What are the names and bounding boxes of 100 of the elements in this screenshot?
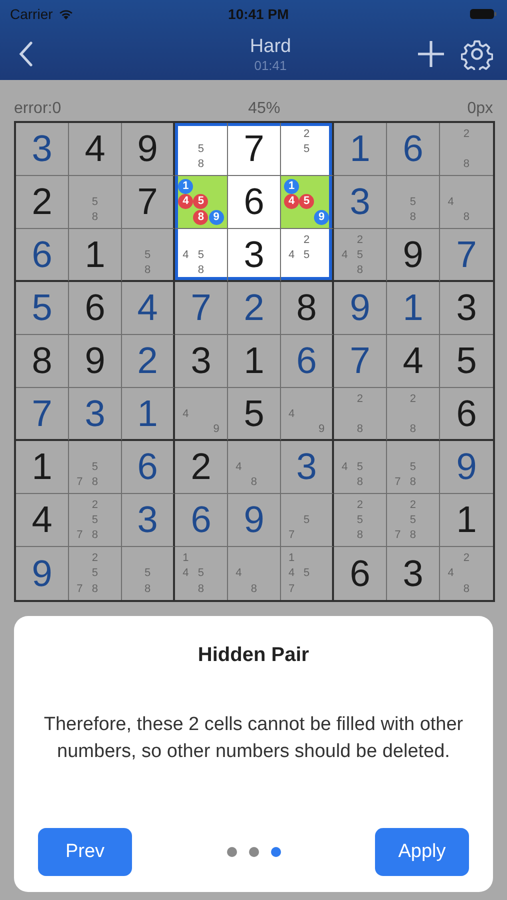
sudoku-cell[interactable]: 9 [69, 335, 122, 388]
sudoku-cell[interactable]: 1 [228, 335, 281, 388]
sudoku-cell[interactable]: 5 8 [175, 123, 228, 176]
page-dot[interactable] [248, 847, 258, 857]
sudoku-cell[interactable]: 9 [334, 282, 387, 335]
candidate-note: 5 [92, 460, 98, 473]
sudoku-cell[interactable]: 4 9 [175, 388, 228, 441]
sudoku-cell[interactable]: 9 [387, 229, 440, 282]
sudoku-cell[interactable]: 5 8 [387, 176, 440, 229]
cell-digit: 6 [137, 447, 158, 487]
sudoku-cell[interactable]: 1 [334, 123, 387, 176]
sudoku-cell[interactable]: 5 8 [69, 176, 122, 229]
sudoku-cell[interactable]: 2 [175, 441, 228, 494]
page-dot[interactable] [270, 847, 280, 857]
candidate-note: 2 [92, 552, 98, 564]
candidate-note: 7 [288, 583, 295, 596]
sudoku-cell[interactable]: 2 5 7 8 [69, 547, 122, 600]
candidate-note: 2 [410, 392, 416, 404]
sudoku-cell[interactable]: 2 4 5 8 [334, 229, 387, 282]
candidate-marker: 1 [284, 179, 299, 194]
sudoku-cell[interactable]: 5 [440, 335, 493, 388]
plus-icon[interactable] [417, 40, 445, 68]
sudoku-cell[interactable]: 3 [281, 441, 334, 494]
sudoku-cell[interactable]: 2 [228, 282, 281, 335]
cell-digit: 2 [244, 288, 264, 328]
sudoku-cell[interactable]: 1 4 5 9 [281, 176, 334, 229]
candidate-note: 8 [92, 583, 98, 596]
candidate-note: 7 [76, 583, 83, 596]
sudoku-cell[interactable]: 2 8 [387, 388, 440, 441]
sudoku-cell[interactable]: 7 [228, 123, 281, 176]
sudoku-cell[interactable]: 3 [16, 123, 69, 176]
sudoku-cell[interactable]: 3 [228, 229, 281, 282]
sudoku-cell[interactable]: 3 [122, 494, 175, 547]
sudoku-cell[interactable]: 6 [334, 547, 387, 600]
sudoku-cell[interactable]: 4 [16, 494, 69, 547]
sudoku-cell[interactable]: 4 8 [228, 441, 281, 494]
sudoku-cell[interactable]: 9 [440, 441, 493, 494]
sudoku-cell[interactable]: 2 4 8 [440, 547, 493, 600]
sudoku-cell[interactable]: 6 [69, 282, 122, 335]
sudoku-cell[interactable]: 6 [440, 388, 493, 441]
sudoku-cell[interactable]: 7 [175, 282, 228, 335]
sudoku-cell[interactable]: 4 8 [440, 176, 493, 229]
candidate-note: 5 [198, 248, 204, 260]
sudoku-cell[interactable]: 4 5 8 [334, 441, 387, 494]
sudoku-cell[interactable]: 5 8 [122, 547, 175, 600]
sudoku-cell[interactable]: 4 5 8 [175, 229, 228, 282]
sudoku-cell[interactable]: 4 9 [281, 388, 334, 441]
sudoku-cell[interactable]: 1 [122, 388, 175, 441]
sudoku-cell[interactable]: 3 [175, 335, 228, 388]
sudoku-cell[interactable]: 6 [387, 123, 440, 176]
sudoku-cell[interactable]: 4 [122, 282, 175, 335]
sudoku-cell[interactable]: 7 [334, 335, 387, 388]
sudoku-cell[interactable]: 1 4 5 8 [175, 547, 228, 600]
sudoku-cell[interactable]: 1 [69, 229, 122, 282]
sudoku-cell[interactable]: 5 7 [281, 494, 334, 547]
sudoku-cell[interactable]: 7 [440, 229, 493, 282]
sudoku-cell[interactable]: 2 [16, 176, 69, 229]
sudoku-cell[interactable]: 2 5 7 8 [387, 494, 440, 547]
cell-digit: 6 [350, 554, 370, 594]
sudoku-cell[interactable]: 1 [440, 494, 493, 547]
sudoku-cell[interactable]: 1 4 5 7 [281, 547, 334, 600]
sudoku-cell[interactable]: 3 [387, 547, 440, 600]
sudoku-cell[interactable]: 7 [16, 388, 69, 441]
sudoku-cell[interactable]: 8 [16, 335, 69, 388]
sudoku-cell[interactable]: 4 [69, 123, 122, 176]
sudoku-cell[interactable]: 4 [387, 335, 440, 388]
sudoku-cell[interactable]: 3 [334, 176, 387, 229]
sudoku-cell[interactable]: 3 [440, 282, 493, 335]
sudoku-cell[interactable]: 1 [387, 282, 440, 335]
candidate-note: 5 [303, 248, 310, 260]
sudoku-cell[interactable]: 6 [175, 494, 228, 547]
sudoku-cell[interactable]: 9 [228, 494, 281, 547]
sudoku-cell[interactable]: 4 8 [228, 547, 281, 600]
candidate-note: 2 [410, 498, 416, 511]
sudoku-cell[interactable]: 6 [122, 441, 175, 494]
sudoku-cell[interactable]: 6 [228, 176, 281, 229]
sudoku-cell[interactable]: 2 [122, 335, 175, 388]
back-icon[interactable] [18, 41, 34, 67]
prev-button[interactable]: Prev [38, 828, 132, 876]
sudoku-cell[interactable]: 2 5 [281, 123, 334, 176]
sudoku-cell[interactable]: 9 [16, 547, 69, 600]
page-dot[interactable] [226, 847, 236, 857]
candidate-note: 2 [92, 498, 98, 511]
settings-icon[interactable] [461, 38, 493, 70]
sudoku-cell[interactable]: 2 5 8 [334, 494, 387, 547]
sudoku-cell[interactable]: 1 [16, 441, 69, 494]
sudoku-cell[interactable]: 2 5 7 8 [69, 494, 122, 547]
sudoku-cell[interactable]: 8 [281, 282, 334, 335]
sudoku-cell[interactable]: 3 [69, 388, 122, 441]
sudoku-cell[interactable]: 2 8 [440, 123, 493, 176]
sudoku-cell[interactable]: 5 [228, 388, 281, 441]
sudoku-cell[interactable]: 2 4 5 [281, 229, 334, 282]
sudoku-cell[interactable]: 6 [16, 229, 69, 282]
sudoku-cell[interactable]: 5 [16, 282, 69, 335]
sudoku-cell[interactable]: 2 8 [334, 388, 387, 441]
sudoku-cell[interactable]: 1 4 5 8 9 [175, 176, 228, 229]
sudoku-cell[interactable]: 5 7 8 [69, 441, 122, 494]
sudoku-cell[interactable]: 5 7 8 [387, 441, 440, 494]
apply-button[interactable]: Apply [375, 828, 469, 876]
sudoku-cell[interactable]: 6 [281, 335, 334, 388]
